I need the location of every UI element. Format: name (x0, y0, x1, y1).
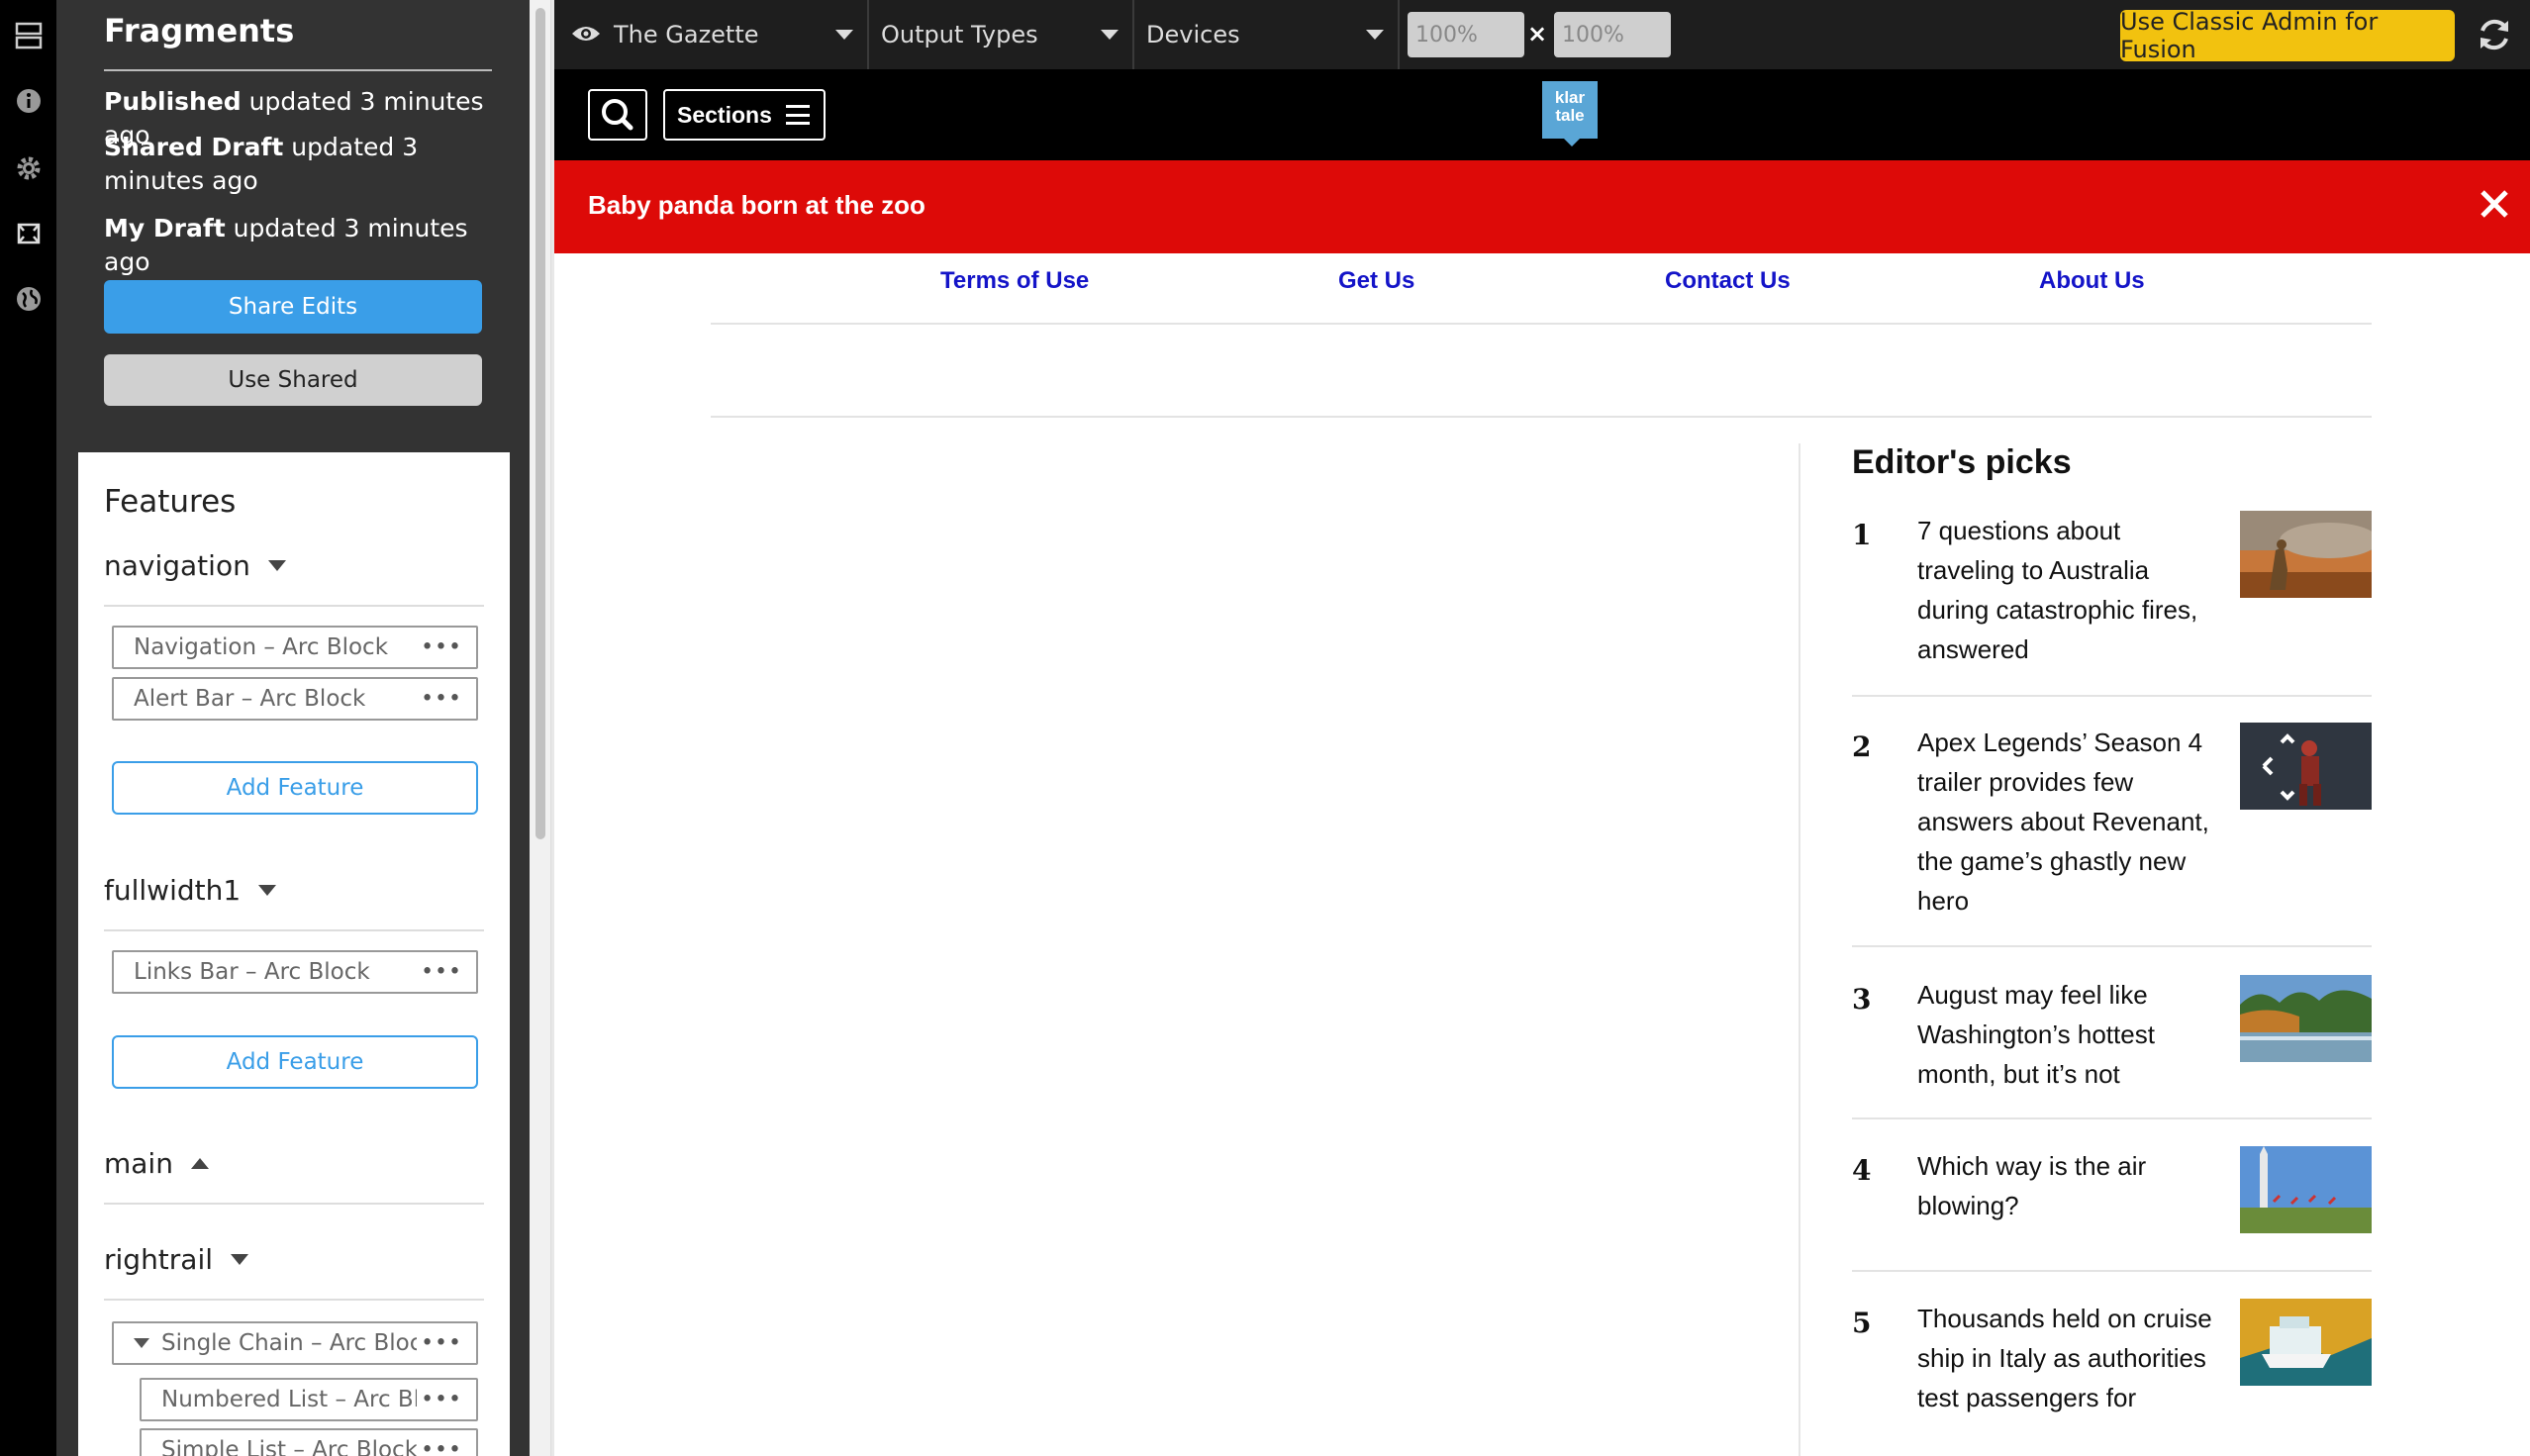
item-number: 4 (1852, 1154, 1872, 1187)
fragments-panel: Fragments Published updated 3 minutes ag… (56, 0, 530, 1456)
search-button[interactable] (588, 89, 647, 141)
add-feature-button[interactable]: Add Feature (112, 761, 478, 815)
feature-block-single-chain[interactable]: Single Chain – Arc Block ••• (112, 1321, 478, 1365)
link-contact-us[interactable]: Contact Us (1665, 267, 1791, 295)
title-divider (104, 69, 492, 71)
section-navigation[interactable]: navigation (104, 549, 286, 582)
list-item[interactable]: 2 Apex Legends’ Season 4 trailer provide… (1852, 723, 2372, 930)
page-preview: Sections klar tale Baby panda born at th… (554, 69, 2530, 1456)
classic-admin-button[interactable]: Use Classic Admin for Fusion (2120, 8, 2455, 63)
rail-separator (1799, 443, 1800, 1456)
thumbnail-image[interactable] (2240, 1146, 2372, 1233)
panel-title: Fragments (104, 12, 295, 49)
sections-button[interactable]: Sections (663, 89, 826, 141)
thumbnail-image[interactable] (2240, 723, 2372, 810)
chevron-down-icon[interactable] (258, 885, 277, 896)
more-icon[interactable]: ••• (417, 1437, 462, 1456)
section-main[interactable]: main (104, 1147, 209, 1180)
link-get-us[interactable]: Get Us (1338, 267, 1414, 295)
features-title: Features (104, 484, 237, 520)
section-divider (104, 605, 484, 607)
site-select[interactable]: The Gazette (554, 0, 869, 69)
feature-block-navigation[interactable]: Navigation – Arc Block ••• (112, 626, 478, 669)
item-headline[interactable]: August may feel like Washington’s hottes… (1917, 975, 2214, 1094)
alert-bar[interactable]: Baby panda born at the zoo (554, 160, 2530, 253)
more-icon[interactable]: ••• (417, 634, 462, 660)
item-headline[interactable]: Apex Legends’ Season 4 trailer provides … (1917, 723, 2214, 921)
chevron-down-icon (835, 30, 853, 40)
times-label: × (1527, 20, 1548, 48)
item-headline[interactable]: 7 questions about traveling to Australia… (1917, 511, 2214, 669)
links-divider (711, 323, 2372, 325)
chevron-down-icon (1366, 30, 1384, 40)
globe-icon[interactable] (0, 269, 56, 329)
section-divider (104, 1203, 484, 1205)
chevron-down-icon[interactable] (267, 560, 286, 571)
output-types-select[interactable]: Output Types (869, 0, 1134, 69)
item-divider (1852, 695, 2372, 697)
editors-picks-title: Editor's picks (1852, 443, 2072, 481)
link-about-us[interactable]: About Us (2039, 267, 2145, 295)
close-icon[interactable] (2475, 184, 2514, 224)
list-item[interactable]: 5 Thousands held on cruise ship in Italy… (1852, 1299, 2372, 1456)
site-navigation: Sections klar tale (554, 69, 2530, 160)
more-icon[interactable]: ••• (417, 1330, 462, 1356)
section-divider (104, 929, 484, 931)
feature-block-numbered-list[interactable]: Numbered List – Arc Block ••• (140, 1378, 478, 1421)
fragments-icon[interactable] (0, 204, 56, 263)
item-headline[interactable]: Thousands held on cruise ship in Italy a… (1917, 1299, 2214, 1417)
item-divider (1852, 1270, 2372, 1272)
gear-icon[interactable] (0, 139, 56, 198)
more-icon[interactable]: ••• (417, 686, 462, 712)
item-number: 1 (1852, 519, 1872, 551)
feature-block-simple-list[interactable]: Simple List – Arc Block ••• (140, 1428, 478, 1456)
chevron-up-icon[interactable] (190, 1158, 209, 1169)
features-panel: Features navigation Navigation – Arc Blo… (78, 452, 510, 1456)
list-item[interactable]: 1 7 questions about traveling to Austral… (1852, 511, 2372, 679)
my-draft-status: My Draft updated 3 minutes ago (104, 214, 468, 276)
thumbnail-image[interactable] (2240, 511, 2372, 598)
search-icon (602, 99, 633, 131)
feature-block-links-bar[interactable]: Links Bar – Arc Block ••• (112, 950, 478, 994)
devices-select[interactable]: Devices (1134, 0, 1400, 69)
layout-icon[interactable] (0, 6, 56, 65)
shared-draft-status: Shared Draft updated 3 minutes ago (104, 133, 419, 195)
hamburger-icon (785, 105, 810, 125)
alert-headline[interactable]: Baby panda born at the zoo (588, 190, 925, 221)
scrollbar-thumb[interactable] (535, 8, 545, 839)
item-number: 5 (1852, 1307, 1872, 1339)
info-icon[interactable] (0, 71, 56, 131)
site-logo[interactable]: klar tale (1542, 81, 1598, 146)
list-item[interactable]: 4 Which way is the air blowing? (1852, 1146, 2372, 1245)
add-feature-button[interactable]: Add Feature (112, 1035, 478, 1089)
height-input[interactable]: 100% (1554, 12, 1671, 57)
panel-scrollbar[interactable] (530, 0, 551, 1456)
section-fullwidth1[interactable]: fullwidth1 (104, 874, 277, 907)
thumbnail-image[interactable] (2240, 975, 2372, 1062)
refresh-icon[interactable] (2475, 15, 2514, 54)
feature-block-alert-bar[interactable]: Alert Bar – Arc Block ••• (112, 677, 478, 721)
item-headline[interactable]: Which way is the air blowing? (1917, 1146, 2214, 1225)
section-rightrail[interactable]: rightrail (104, 1243, 249, 1276)
chevron-down-icon (1101, 30, 1119, 40)
width-input[interactable]: 100% (1408, 12, 1524, 57)
item-divider (1852, 1117, 2372, 1119)
expand-caret-icon[interactable] (134, 1338, 149, 1348)
eye-icon (572, 27, 600, 41)
more-icon[interactable]: ••• (417, 1387, 462, 1412)
icon-rail (0, 0, 56, 1456)
thumbnail-image[interactable] (2240, 1299, 2372, 1386)
toolbar: The Gazette Output Types Devices 100% × … (554, 0, 2530, 69)
item-divider (1852, 945, 2372, 947)
share-edits-button[interactable]: Share Edits (104, 280, 482, 334)
item-number: 3 (1852, 983, 1872, 1016)
more-icon[interactable]: ••• (417, 959, 462, 985)
content-divider (711, 416, 2372, 418)
link-terms-of-use[interactable]: Terms of Use (940, 267, 1089, 295)
list-item[interactable]: 3 August may feel like Washington’s hott… (1852, 975, 2372, 1104)
chevron-down-icon[interactable] (231, 1254, 249, 1265)
section-divider (104, 1299, 484, 1301)
use-shared-button[interactable]: Use Shared (104, 354, 482, 406)
item-number: 2 (1852, 730, 1872, 763)
